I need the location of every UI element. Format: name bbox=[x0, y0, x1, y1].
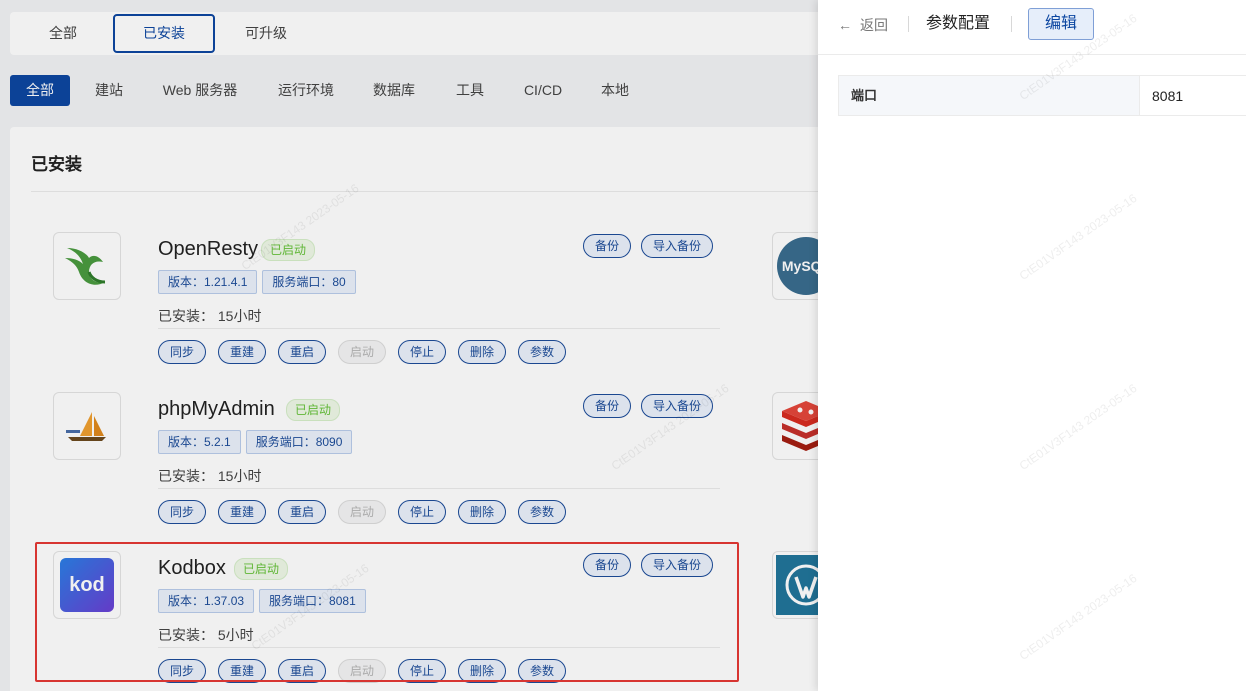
watermark: CtE01V3F143 2023-05-16 bbox=[1016, 571, 1140, 663]
header-separator bbox=[1011, 16, 1012, 32]
watermark: CtE01V3F143 2023-05-16 bbox=[1016, 381, 1140, 473]
params-table: 端口 8081 bbox=[838, 75, 1246, 116]
watermark: CtE01V3F143 2023-05-16 bbox=[1016, 191, 1140, 283]
drawer-overlay[interactable] bbox=[0, 0, 818, 691]
back-label: 返回 bbox=[860, 17, 888, 33]
back-button[interactable]: ← 返回 bbox=[838, 14, 888, 36]
params-drawer: ← 返回 参数配置 编辑 端口 8081 CtE01V3F143 2023-05… bbox=[818, 0, 1246, 691]
param-key-port: 端口 bbox=[839, 76, 1140, 115]
edit-button[interactable]: 编辑 bbox=[1028, 8, 1094, 40]
param-value-port: 8081 bbox=[1152, 88, 1184, 104]
arrow-left-icon: ← bbox=[838, 17, 852, 33]
header-separator bbox=[908, 16, 909, 32]
drawer-title: 参数配置 bbox=[926, 15, 991, 32]
drawer-header: ← 返回 参数配置 编辑 bbox=[818, 0, 1246, 55]
